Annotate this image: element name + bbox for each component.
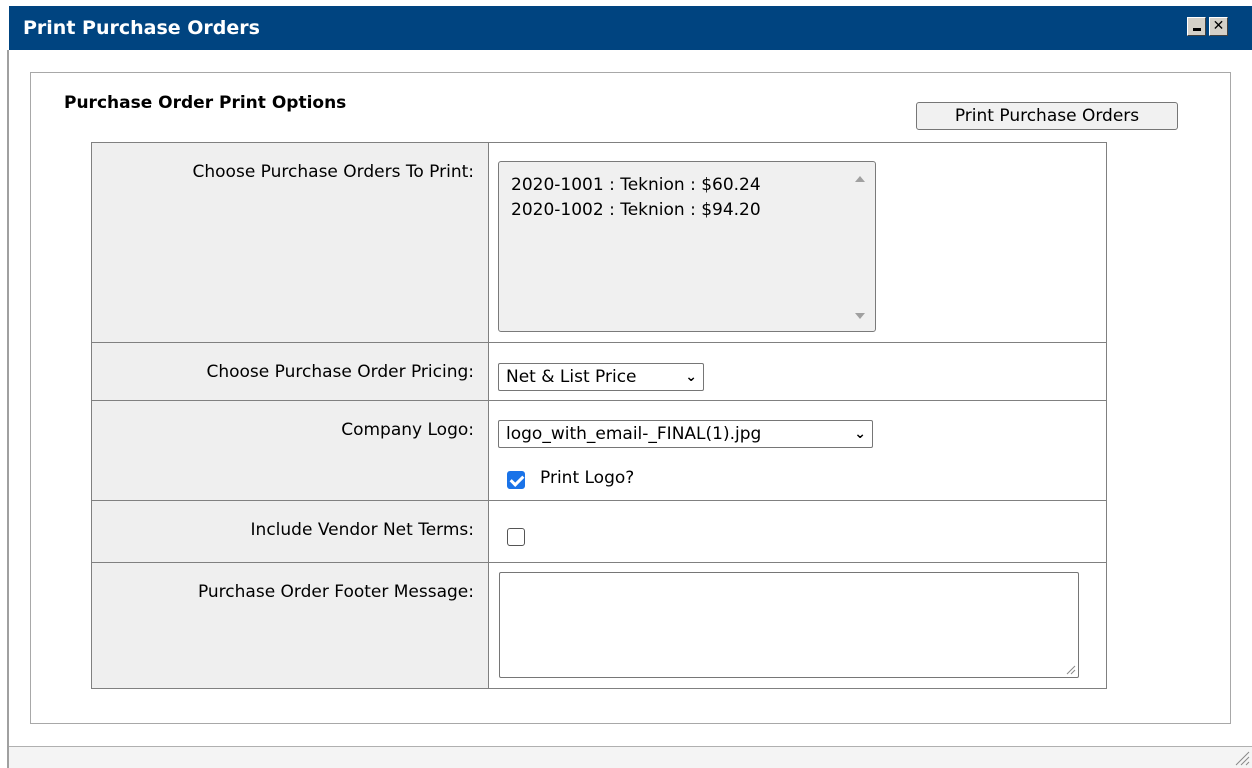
- vendor-terms-label: Include Vendor Net Terms:: [250, 520, 474, 540]
- row-company-logo: Company Logo: logo_with_email-_FINAL(1).…: [92, 401, 1106, 501]
- chevron-down-icon: ⌄: [854, 426, 866, 442]
- vendor-net-terms-checkbox[interactable]: [507, 528, 525, 546]
- minimize-icon: [1192, 28, 1201, 31]
- close-icon: ✕: [1212, 18, 1225, 34]
- pricing-selected-value: Net & List Price: [506, 367, 637, 387]
- row-pricing: Choose Purchase Order Pricing: Net & Lis…: [92, 343, 1106, 401]
- pricing-select[interactable]: Net & List Price ⌄: [498, 363, 704, 391]
- window-resize-grip-icon[interactable]: [1234, 750, 1250, 766]
- print-purchase-orders-window: Print Purchase Orders ✕ Purchase Order P…: [0, 0, 1252, 768]
- window-title: Print Purchase Orders: [23, 17, 260, 39]
- company-logo-label: Company Logo:: [341, 420, 474, 440]
- status-bar: [9, 746, 1252, 768]
- footer-message-label: Purchase Order Footer Message:: [197, 582, 474, 602]
- title-bar: Print Purchase Orders ✕: [9, 6, 1252, 50]
- minimize-button[interactable]: [1187, 17, 1206, 36]
- scroll-down-icon[interactable]: [855, 313, 865, 319]
- pricing-label: Choose Purchase Order Pricing:: [206, 362, 474, 382]
- purchase-orders-label: Choose Purchase Orders To Print:: [192, 162, 474, 182]
- close-button[interactable]: ✕: [1209, 17, 1228, 36]
- row-vendor-terms: Include Vendor Net Terms:: [92, 501, 1106, 563]
- chevron-down-icon: ⌄: [685, 369, 697, 385]
- window-frame-left: [7, 50, 9, 768]
- company-logo-select[interactable]: logo_with_email-_FINAL(1).jpg ⌄: [498, 420, 873, 448]
- row-footer-message: Purchase Order Footer Message:: [92, 563, 1106, 688]
- print-options-table: Choose Purchase Orders To Print: 2020-10…: [91, 142, 1107, 689]
- footer-message-textarea[interactable]: [499, 572, 1079, 678]
- print-logo-label[interactable]: Print Logo?: [540, 468, 634, 488]
- print-purchase-orders-button[interactable]: Print Purchase Orders: [916, 102, 1178, 130]
- row-purchase-orders: Choose Purchase Orders To Print: 2020-10…: [92, 143, 1106, 343]
- section-title: Purchase Order Print Options: [64, 93, 347, 113]
- print-logo-checkbox[interactable]: [507, 471, 525, 489]
- scroll-up-icon[interactable]: [855, 176, 865, 182]
- resize-grip-icon[interactable]: [1064, 663, 1076, 675]
- list-item[interactable]: 2020-1001 : Teknion : $60.24: [511, 175, 761, 195]
- company-logo-selected-value: logo_with_email-_FINAL(1).jpg: [506, 424, 762, 444]
- list-item[interactable]: 2020-1002 : Teknion : $94.20: [511, 200, 761, 220]
- purchase-orders-listbox[interactable]: 2020-1001 : Teknion : $60.24 2020-1002 :…: [498, 161, 876, 332]
